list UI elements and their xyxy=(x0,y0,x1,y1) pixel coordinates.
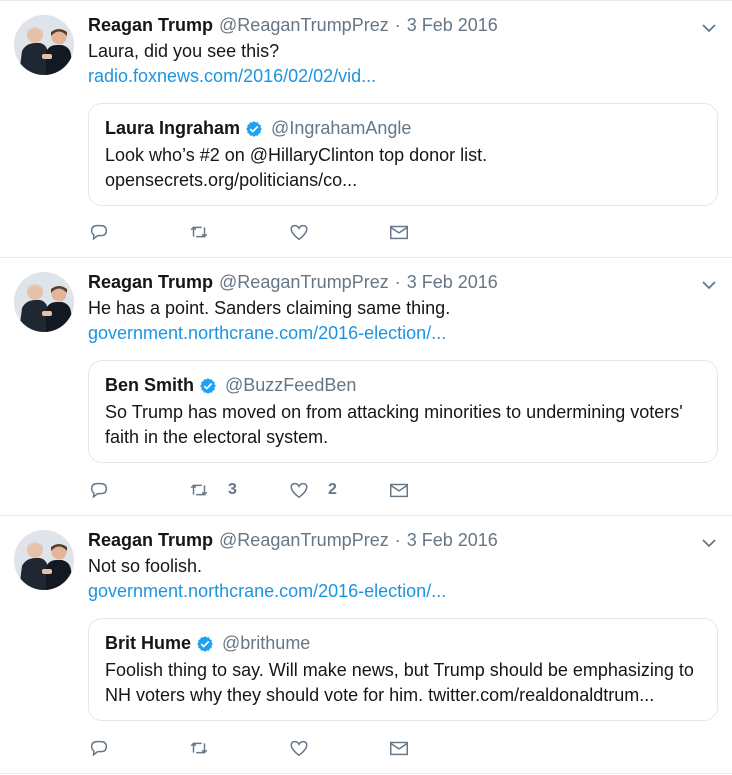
like-count: 2 xyxy=(328,481,337,498)
tweet-date[interactable]: 3 Feb 2016 xyxy=(407,270,498,294)
quoted-author-name: Brit Hume xyxy=(105,633,192,653)
retweet-button[interactable] xyxy=(188,221,288,243)
quoted-tweet[interactable]: Brit Hume @brithume Foolish thing to say… xyxy=(88,618,718,721)
quoted-tweet-text: Look who’s #2 on @HillaryClinton top don… xyxy=(105,145,488,190)
tweet[interactable]: Reagan Trump @ReaganTrumpPrez · 3 Feb 20… xyxy=(0,258,732,516)
avatar[interactable] xyxy=(14,530,74,590)
retweet-icon xyxy=(190,226,208,238)
author-name[interactable]: Reagan Trump xyxy=(88,270,213,294)
tweet-actions xyxy=(88,737,488,759)
quoted-author-name: Ben Smith xyxy=(105,375,195,395)
author-name[interactable]: Reagan Trump xyxy=(88,13,213,37)
like-button[interactable] xyxy=(288,221,388,243)
quoted-tweet-header: Ben Smith @BuzzFeedBen xyxy=(105,373,702,398)
retweet-button[interactable] xyxy=(188,737,288,759)
tweet-header: Reagan Trump @ReaganTrumpPrez · 3 Feb 20… xyxy=(88,13,720,37)
quoted-author-handle: @IngrahamAngle xyxy=(271,118,412,138)
tweet[interactable]: Reagan Trump @ReaganTrumpPrez · 3 Feb 20… xyxy=(0,516,732,774)
author-name[interactable]: Reagan Trump xyxy=(88,528,213,552)
tweet-actions: 3 2 xyxy=(88,479,488,501)
tweet-header: Reagan Trump @ReaganTrumpPrez · 3 Feb 20… xyxy=(88,270,720,294)
chevron-down-icon[interactable] xyxy=(702,23,716,33)
tweet-text: Laura, did you see this? xyxy=(88,41,280,61)
author-handle[interactable]: @ReaganTrumpPrez xyxy=(219,270,389,294)
tweet-header: Reagan Trump @ReaganTrumpPrez · 3 Feb 20… xyxy=(88,528,720,552)
tweet-text: Not so foolish. xyxy=(88,556,203,576)
reply-button[interactable] xyxy=(88,479,188,501)
tweet-timeline: Reagan Trump @ReaganTrumpPrez · 3 Feb 20… xyxy=(0,0,732,774)
tweet-date[interactable]: 3 Feb 2016 xyxy=(407,528,498,552)
retweet-icon xyxy=(190,484,208,496)
quoted-tweet[interactable]: Ben Smith @BuzzFeedBen So Trump has move… xyxy=(88,360,718,463)
avatar[interactable] xyxy=(14,15,74,75)
tweet-date[interactable]: 3 Feb 2016 xyxy=(407,13,498,37)
quoted-tweet-header: Brit Hume @brithume xyxy=(105,631,702,656)
heart-icon xyxy=(290,482,308,499)
verified-badge-icon xyxy=(197,635,213,652)
avatar-image xyxy=(14,530,74,590)
author-handle[interactable]: @ReaganTrumpPrez xyxy=(219,13,389,37)
like-button[interactable] xyxy=(288,737,388,759)
tweet-link[interactable]: government.northcrane.com/2016-election/… xyxy=(88,579,720,604)
envelope-icon xyxy=(390,483,408,498)
reply-button[interactable] xyxy=(88,737,188,759)
separator: · xyxy=(394,15,401,35)
retweet-icon xyxy=(190,742,208,754)
chevron-down-icon[interactable] xyxy=(702,280,716,290)
like-button[interactable]: 2 xyxy=(288,479,388,501)
quoted-author-name: Laura Ingraham xyxy=(105,118,241,138)
tweet-actions xyxy=(88,221,488,243)
separator: · xyxy=(394,530,401,550)
retweet-count: 3 xyxy=(228,481,237,498)
tweet[interactable]: Reagan Trump @ReaganTrumpPrez · 3 Feb 20… xyxy=(0,0,732,258)
avatar-image xyxy=(14,15,74,75)
heart-icon xyxy=(290,224,308,241)
envelope-icon xyxy=(390,741,408,756)
quoted-author-handle: @brithume xyxy=(222,633,311,653)
quoted-tweet-text: So Trump has moved on from attacking min… xyxy=(105,402,683,447)
quoted-tweet[interactable]: Laura Ingraham @IngrahamAngle Look who’s… xyxy=(88,103,718,206)
retweet-button[interactable]: 3 xyxy=(188,479,288,501)
tweet-text: He has a point. Sanders claiming same th… xyxy=(88,298,451,318)
avatar-image xyxy=(14,272,74,332)
message-button[interactable] xyxy=(388,737,488,759)
quoted-tweet-header: Laura Ingraham @IngrahamAngle xyxy=(105,116,702,141)
heart-icon xyxy=(290,740,308,757)
tweet-link[interactable]: government.northcrane.com/2016-election/… xyxy=(88,321,720,346)
avatar[interactable] xyxy=(14,272,74,332)
quoted-tweet-text: Foolish thing to say. Will make news, bu… xyxy=(105,660,694,705)
reply-icon xyxy=(90,224,108,241)
separator: · xyxy=(394,272,401,292)
author-handle[interactable]: @ReaganTrumpPrez xyxy=(219,528,389,552)
reply-icon xyxy=(90,482,108,499)
tweet-link[interactable]: radio.foxnews.com/2016/02/02/vid... xyxy=(88,64,720,89)
reply-icon xyxy=(90,740,108,757)
reply-button[interactable] xyxy=(88,221,188,243)
envelope-icon xyxy=(390,225,408,240)
verified-badge-icon xyxy=(200,377,216,394)
quoted-author-handle: @BuzzFeedBen xyxy=(225,375,357,395)
message-button[interactable] xyxy=(388,479,488,501)
chevron-down-icon[interactable] xyxy=(702,538,716,548)
verified-badge-icon xyxy=(246,120,262,137)
message-button[interactable] xyxy=(388,221,488,243)
